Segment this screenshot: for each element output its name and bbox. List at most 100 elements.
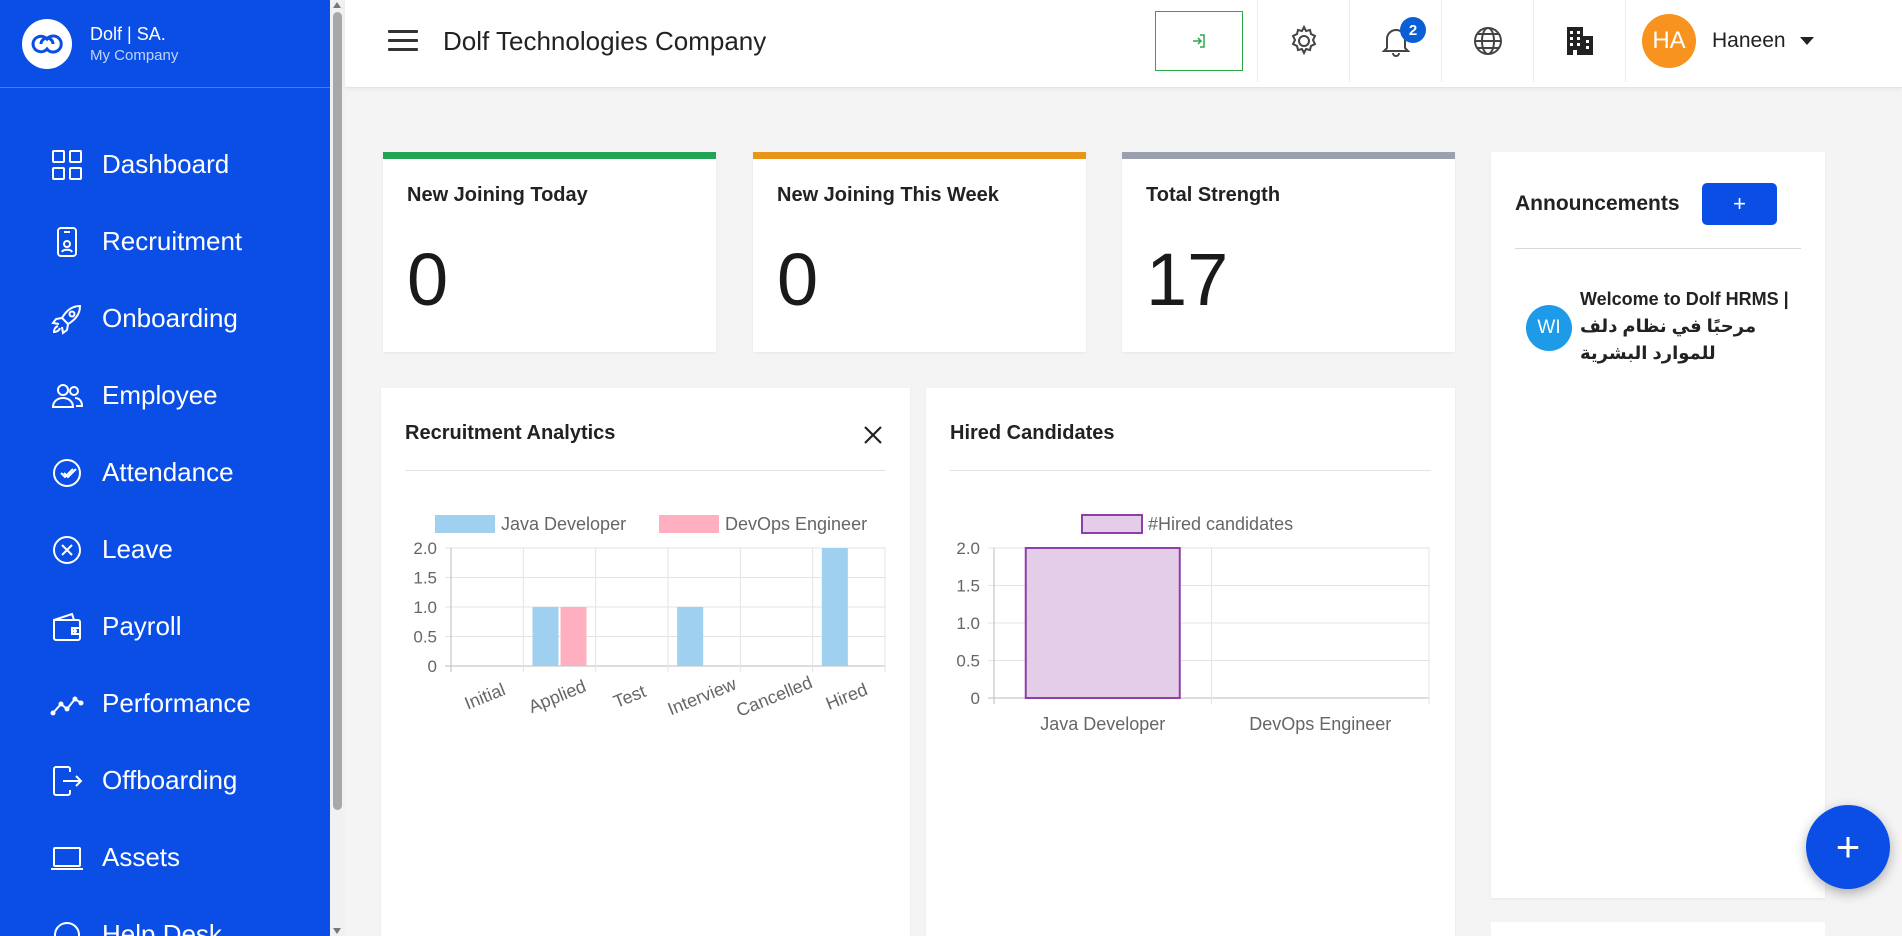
sidebar-item-onboarding[interactable]: Onboarding — [0, 280, 330, 357]
sidebar-item-label: Payroll — [102, 611, 182, 641]
announcements-panel: Announcements + WI Welcome to Dolf HRMS … — [1491, 152, 1825, 898]
bar[interactable] — [1024, 547, 1181, 699]
stat-value: 17 — [1146, 238, 1229, 321]
stat-color-bar — [1122, 152, 1455, 159]
sidebar-item-employee[interactable]: Employee — [0, 357, 330, 434]
sidebar: Dolf | SA. My Company Dashboard Recruitm… — [0, 0, 330, 936]
sidebar-nav: Dashboard Recruitment Onboarding Employe… — [0, 88, 330, 936]
rocket-icon — [51, 304, 82, 335]
avatar: HA — [1642, 14, 1696, 68]
stat-title: New Joining This Week — [777, 184, 999, 206]
y-tick-label: 0.5 — [956, 652, 980, 671]
check-circle-icon — [53, 458, 81, 487]
globe-icon — [1473, 27, 1502, 55]
add-announcement-button[interactable]: + — [1702, 183, 1777, 225]
user-name: Haneen — [1712, 29, 1786, 52]
building-icon — [1566, 27, 1593, 55]
hired-candidates-chart: #Hired candidates 0 0.5 1.0 1.5 2.0 Java Devel… — [956, 514, 1430, 734]
laptop-icon — [51, 846, 83, 870]
wallet-icon — [53, 612, 81, 641]
scroll-up-arrow-icon[interactable] — [333, 2, 341, 8]
sidebar-item-label: Performance — [102, 688, 251, 718]
y-tick-label: 1.0 — [956, 614, 980, 633]
notification-count-badge: 2 — [1400, 17, 1426, 43]
company-switch-button[interactable] — [1533, 0, 1625, 82]
sidebar-item-label: Recruitment — [102, 226, 243, 256]
sidebar-scrollbar[interactable] — [330, 0, 345, 936]
panel-divider — [1515, 248, 1801, 249]
stat-card-new-joining-today[interactable]: New Joining Today 0 — [383, 152, 716, 352]
hamburger-menu-icon[interactable] — [388, 30, 418, 56]
legend-swatch[interactable] — [435, 515, 495, 533]
sidebar-item-attendance[interactable]: Attendance — [0, 434, 330, 511]
check-in-button[interactable] — [1155, 11, 1243, 71]
settings-button[interactable] — [1257, 0, 1349, 82]
x-tick-label: DevOps Engineer — [1249, 714, 1391, 734]
sidebar-item-performance[interactable]: Performance — [0, 665, 330, 742]
y-tick-label: 1.0 — [413, 598, 437, 617]
people-icon — [51, 383, 84, 408]
bar[interactable] — [821, 548, 848, 666]
sidebar-item-help-desk[interactable]: Help Desk — [0, 896, 330, 936]
recruitment-analytics-panel: Recruitment Analytics Java Developer DevO… — [381, 388, 910, 936]
language-button[interactable] — [1441, 0, 1533, 82]
legend-label[interactable]: DevOps Engineer — [725, 514, 867, 534]
stat-value: 0 — [407, 238, 449, 321]
y-tick-label: 1.5 — [956, 577, 980, 596]
sidebar-item-label: Dashboard — [102, 149, 230, 179]
sidebar-item-payroll[interactable]: Payroll — [0, 588, 330, 665]
gear-icon — [1291, 24, 1316, 56]
x-tick-label: Hired — [823, 679, 870, 714]
top-header: Dolf Technologies Company 2 HA Haneen — [345, 0, 1902, 88]
phone-badge-icon — [57, 226, 77, 257]
y-tick-label: 0 — [428, 657, 437, 676]
x-tick-label: Cancelled — [733, 672, 815, 721]
chevron-down-icon — [1799, 37, 1814, 45]
recruitment-analytics-chart: Java Developer DevOps Engineer 0 0.5 1.0 1.5 2… — [413, 514, 886, 721]
sidebar-item-offboarding[interactable]: Offboarding — [0, 742, 330, 819]
floating-add-button[interactable]: + — [1806, 805, 1890, 889]
x-tick-label: Initial — [462, 679, 508, 713]
announcement-item[interactable]: WI Welcome to Dolf HRMS | مرحبًا في نظام… — [1526, 286, 1816, 367]
legend-swatch[interactable] — [1081, 514, 1143, 534]
y-tick-label: 2.0 — [956, 539, 980, 558]
y-tick-label: 2.0 — [413, 539, 437, 558]
x-tick-label: Test — [611, 681, 649, 712]
bar[interactable] — [677, 607, 704, 666]
trend-line-icon — [50, 696, 84, 715]
next-panel-edge — [1491, 922, 1825, 936]
stat-title: Total Strength — [1146, 184, 1281, 206]
bar[interactable] — [560, 607, 587, 666]
sidebar-item-leave[interactable]: Leave — [0, 511, 330, 588]
hired-candidates-panel: Hired Candidates #Hired candidates 0 0.5 1.… — [926, 388, 1455, 936]
stat-card-new-joining-week[interactable]: New Joining This Week 0 — [753, 152, 1086, 352]
sidebar-item-label: Attendance — [102, 457, 234, 487]
user-menu[interactable]: HA Haneen — [1625, 0, 1902, 82]
sign-in-icon — [1193, 34, 1205, 48]
avatar: WI — [1526, 305, 1572, 351]
stat-card-total-strength[interactable]: Total Strength 17 — [1122, 152, 1455, 352]
y-tick-label: 1.5 — [413, 569, 437, 588]
x-tick-label: Applied — [526, 676, 589, 717]
bar[interactable] — [532, 607, 559, 666]
legend-label[interactable]: #Hired candidates — [1148, 514, 1293, 534]
sidebar-item-assets[interactable]: Assets — [0, 819, 330, 896]
stat-color-bar — [753, 152, 1086, 159]
headset-icon — [53, 921, 81, 936]
scroll-down-arrow-icon[interactable] — [333, 928, 341, 934]
brand-name: Dolf | SA. — [90, 24, 166, 44]
sidebar-item-label: Help Desk — [102, 919, 222, 936]
notifications-button[interactable]: 2 — [1349, 0, 1441, 82]
legend-swatch[interactable] — [659, 515, 719, 533]
sidebar-item-label: Assets — [102, 842, 181, 872]
sidebar-item-dashboard[interactable]: Dashboard — [0, 126, 330, 203]
legend-label[interactable]: Java Developer — [501, 514, 626, 534]
sidebar-item-recruitment[interactable]: Recruitment — [0, 203, 330, 280]
company-name: Dolf Technologies Company — [443, 26, 767, 56]
brand-logo-icon — [22, 18, 72, 69]
sidebar-item-label: Leave — [102, 534, 173, 564]
brand[interactable]: Dolf | SA. My Company — [0, 0, 330, 88]
scroll-thumb[interactable] — [333, 12, 342, 810]
dashboard-icon — [52, 149, 82, 180]
announcement-text: Welcome to Dolf HRMS | مرحبًا في نظام دل… — [1580, 289, 1789, 363]
